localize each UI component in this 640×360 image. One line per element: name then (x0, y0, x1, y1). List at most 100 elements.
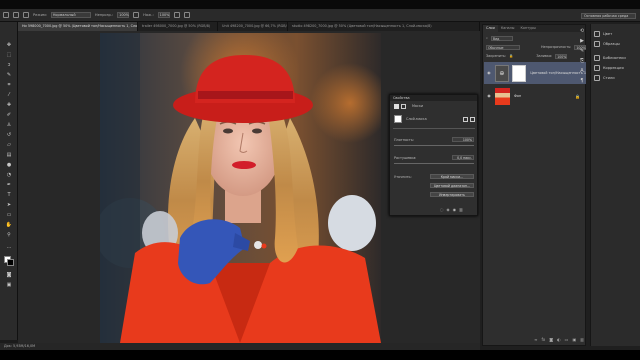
tab-document-3[interactable]: Unit 498200_7000.jpg @ 66,7% (RGB/8) (218, 22, 288, 31)
gradient-tool-icon[interactable]: ▤ (5, 152, 13, 158)
layer-item-background[interactable]: ◉ Фон 🔒 (484, 85, 586, 107)
stamp-tool-icon[interactable]: ♙ (5, 122, 13, 128)
search-icon: ⌕ (486, 36, 488, 40)
actions-panel-icon[interactable]: ▶ (578, 38, 586, 46)
swatches-panel-icon[interactable] (594, 41, 600, 47)
pressure-opacity-icon[interactable] (133, 12, 140, 18)
type-tool-icon[interactable]: T (5, 192, 13, 198)
path-select-tool-icon[interactable]: ➤ (5, 202, 13, 208)
eyedropper-tool-icon[interactable]: ⁄ (5, 92, 13, 98)
vector-mask-icon[interactable] (401, 104, 406, 109)
eye-icon[interactable]: ◉ (486, 70, 492, 76)
tool-preset-icon[interactable] (3, 12, 9, 18)
panel-label-swatches[interactable]: Образцы (603, 42, 620, 46)
move-tool-icon[interactable]: ✥ (5, 42, 13, 48)
zoom-tool-icon[interactable]: ⚲ (5, 232, 13, 238)
toggle-mask-icon[interactable]: ◉ (453, 207, 457, 213)
pixel-mask-icon[interactable] (394, 104, 399, 109)
paragraph-panel-icon[interactable]: ¶ (578, 78, 586, 86)
tab-paths[interactable]: Контуры (517, 25, 539, 32)
libraries-panel-icon[interactable] (594, 55, 600, 61)
refine-label: Уточнить: (394, 175, 412, 179)
add-mask-icon[interactable] (470, 117, 475, 122)
layer-fill-field[interactable]: 100% (555, 53, 568, 59)
character-panel-icon[interactable]: A (578, 68, 586, 76)
hand-tool-icon[interactable]: ✋ (5, 222, 13, 228)
options-bar: Режим: Нормальный Непрозр.: 100% Наж.: 1… (0, 9, 640, 22)
workspace-select[interactable]: Основная рабочая среда (581, 13, 636, 19)
crop-tool-icon[interactable]: ⌗ (5, 82, 13, 88)
new-adjustment-icon[interactable]: ◐ (557, 337, 561, 344)
new-group-icon[interactable]: ▭ (565, 337, 569, 344)
document-image[interactable] (100, 33, 381, 343)
history-brush-icon[interactable]: ↺ (5, 132, 13, 138)
pen-tool-icon[interactable]: ✒ (5, 182, 13, 188)
tab-document-2[interactable]: trailer 498000_7000.jpg @ 50% (RGB/8) (138, 22, 218, 31)
lasso-tool-icon[interactable]: ↄ (5, 62, 13, 68)
density-label: Плотность: (394, 138, 415, 142)
adjustment-layer-icon: ⊕ (494, 64, 510, 82)
properties-title: Свойства (390, 95, 477, 101)
menu-bar (0, 0, 640, 9)
invert-button[interactable]: Инвертировать (430, 192, 474, 197)
tab-document-4[interactable]: studio 498200_7000.jpg @ 50% (Цветовой т… (288, 22, 480, 31)
layer-filter-select[interactable]: Вид (490, 35, 513, 41)
delete-mask-icon[interactable]: ▥ (459, 207, 463, 213)
shape-tool-icon[interactable]: ▭ (5, 212, 13, 218)
screen-mode-icon[interactable]: ▣ (5, 282, 13, 288)
tab-document-1[interactable]: Ни 598000_7000.jpg @ 50% (Цветовой тон/Н… (18, 22, 138, 31)
load-selection-icon[interactable]: ◌ (440, 207, 444, 213)
brush-panel-icon[interactable] (23, 12, 29, 18)
flow-field[interactable]: 100% (157, 12, 170, 18)
mask-type-label: Слой-маска (406, 117, 427, 121)
apply-mask-icon[interactable]: ◈ (447, 207, 450, 213)
add-mask-icon[interactable]: ◙ (549, 337, 553, 344)
clone-source-icon[interactable]: ⎘ (578, 58, 586, 66)
styles-panel-icon[interactable] (594, 75, 600, 81)
panel-label-color[interactable]: Цвет (603, 32, 612, 36)
quick-mask-icon[interactable]: ◙ (5, 272, 13, 278)
eye-icon[interactable]: ◉ (486, 93, 492, 99)
lock-icon[interactable]: 🔒 (509, 54, 513, 58)
blur-tool-icon[interactable]: ● (5, 162, 13, 168)
feather-field[interactable]: 0,0 пикс. (452, 155, 474, 160)
history-panel-icon[interactable]: ⟲ (578, 28, 586, 36)
background-color-swatch[interactable] (7, 259, 14, 266)
dodge-tool-icon[interactable]: ◔ (5, 172, 13, 178)
airbrush-icon[interactable] (173, 12, 180, 18)
mask-edge-button[interactable]: Край маски... (430, 174, 474, 179)
color-range-button[interactable]: Цветовой диапазон... (430, 183, 474, 188)
tab-layers[interactable]: Слои (483, 25, 498, 32)
adjustments-panel-icon[interactable] (594, 65, 600, 71)
link-layers-icon[interactable]: ∞ (534, 337, 537, 344)
pressure-size-icon[interactable] (183, 12, 190, 18)
select-mask-icon[interactable] (463, 117, 468, 122)
blend-mode-select[interactable]: Обычные (486, 44, 520, 50)
mode-select[interactable]: Нормальный (50, 12, 91, 18)
mode-label: Режим: (33, 13, 47, 17)
layer-item-hue-saturation[interactable]: ◉ ⊕ Цветовой тон/Насыщенность 1 (484, 62, 586, 84)
panel-label-adjustments[interactable]: Коррекция (603, 66, 624, 70)
panel-label-styles[interactable]: Стили (603, 76, 615, 80)
eraser-tool-icon[interactable]: ▱ (5, 142, 13, 148)
marquee-tool-icon[interactable]: ⬚ (5, 52, 13, 58)
healing-tool-icon[interactable]: ✚ (5, 102, 13, 108)
opacity-field[interactable]: 100% (117, 12, 130, 18)
brush-tool-icon[interactable]: ✐ (5, 112, 13, 118)
fill-label: Заливка: (536, 54, 553, 58)
document-tabs: Ни 598000_7000.jpg @ 50% (Цветовой тон/Н… (18, 22, 480, 31)
layer-style-icon[interactable]: fx (541, 337, 545, 344)
video-letterbox (0, 350, 640, 360)
layer-mask-thumbnail[interactable] (512, 64, 527, 82)
brush-panel-icon[interactable]: ✎ (578, 48, 586, 56)
brush-preset-icon[interactable] (13, 12, 19, 18)
edit-toolbar-icon[interactable]: … (5, 244, 13, 250)
new-layer-icon[interactable]: ▣ (572, 337, 576, 344)
tab-channels[interactable]: Каналы (498, 25, 518, 32)
quick-select-tool-icon[interactable]: ✎ (5, 72, 13, 78)
panel-label-libraries[interactable]: Библиотеки (603, 56, 626, 60)
delete-layer-icon[interactable]: ▥ (580, 337, 584, 344)
color-panel-icon[interactable] (594, 31, 600, 37)
density-field[interactable]: 100% (452, 137, 474, 142)
portrait-photo (100, 33, 381, 343)
